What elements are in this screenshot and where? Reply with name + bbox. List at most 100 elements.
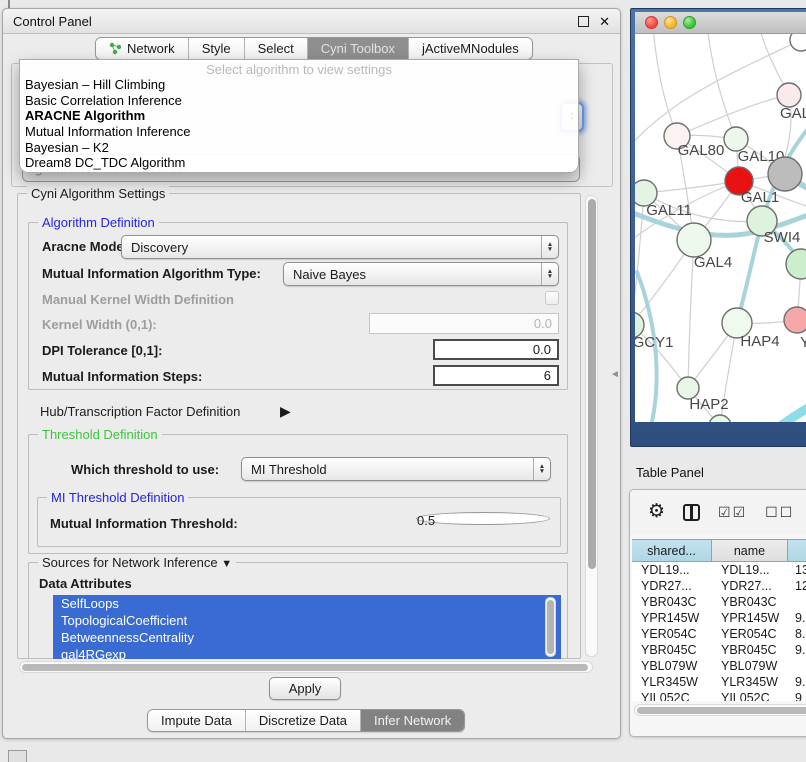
table-row[interactable]: YBL079WYBL079W [632,658,806,674]
tab-impute-data[interactable]: Impute Data [148,710,245,731]
apply-button[interactable]: Apply [269,677,341,700]
data-attributes-list[interactable]: SelfLoopsTopologicalCoefficientBetweenne… [53,595,561,659]
network-canvas[interactable]: GALGAL80GAL10GAL1GAL11SWI4GAL4GCY1HAP4YH… [635,34,806,422]
table-row[interactable]: YPR145WYPR145W9. [632,610,806,626]
manual-kernel-checkbox[interactable] [545,291,559,305]
mi-steps-field[interactable]: 6 [433,365,559,386]
hub-definition-label: Hub/Transcription Factor Definition [40,404,240,419]
table-cell: YER054C [632,626,712,642]
tab-label: Select [258,41,294,56]
sources-collapse-arrow-icon[interactable]: ▼ [221,558,232,570]
select-all-columns-icon[interactable]: ☑☑ [718,504,747,521]
aracne-mode-label: Aracne Mode: [42,239,128,254]
algorithm-option[interactable]: ARACNE Algorithm [20,108,578,124]
table-row[interactable]: YBR045CYBR045C9. [632,642,806,658]
tab-cyni-toolbox[interactable]: Cyni Toolbox [307,38,408,59]
threshold-definition-title: Threshold Definition [38,427,162,442]
mi-threshold-field[interactable]: 0.5 [416,512,550,525]
deselect-all-columns-icon[interactable]: ☐☐ [765,504,794,521]
table-row[interactable]: YIL052CYIL052C9 [632,690,806,701]
which-threshold-combo[interactable]: MI Threshold ▲▼ [241,457,551,481]
network-graph: GALGAL80GAL10GAL1GAL11SWI4GAL4GCY1HAP4YH… [635,34,806,422]
algorithm-option[interactable]: Bayesian – K2 [20,140,578,156]
algorithm-option[interactable]: Bayesian – Hill Climbing [20,77,578,93]
kernel-width-field[interactable]: 0.0 [369,313,559,334]
data-attribute-item[interactable]: BetweennessCentrality [53,629,561,646]
table-cell: YDL19... [712,562,788,578]
table-row[interactable]: YDL19...YDL19...13 [632,562,806,578]
cyni-algorithm-settings-group: Cyni Algorithm Settings Algorithm Defini… [17,193,581,659]
minimized-panel-icon[interactable] [8,750,27,762]
table-cell: YDR27... [632,578,712,594]
table-cell [788,594,806,610]
table-cell: YDL19... [632,562,712,578]
network-window-titlebar[interactable] [635,12,806,34]
mi-threshold-definition-title: MI Threshold Definition [47,490,188,505]
table-panel: ⚙ ☑☑ ☐☐ shared... name A YDL19...YDL19..… [629,489,806,737]
network-node-label: GAL4 [694,254,732,271]
table-cell: 13 [788,562,806,578]
dpi-tolerance-field[interactable]: 0.0 [433,339,559,360]
manual-kernel-label: Manual Kernel Width Definition [42,292,234,307]
mi-type-label: Mutual Information Algorithm Type: [42,266,261,281]
zoom-window-icon[interactable] [683,16,696,29]
tab-discretize-data[interactable]: Discretize Data [245,710,360,731]
tab-network[interactable]: Network [96,38,188,59]
data-attribute-item[interactable]: TopologicalCoefficient [53,612,561,629]
table-row[interactable]: YER054CYER054C8. [632,626,806,642]
algorithm-option[interactable]: Basic Correlation Inference [20,93,578,109]
table-cell [788,658,806,674]
gear-icon[interactable]: ⚙ [648,502,665,522]
tab-style[interactable]: Style [188,38,244,59]
network-node-gal[interactable] [777,83,801,107]
float-panel-icon[interactable] [578,16,589,27]
combo-stepper-icon: ▲▼ [533,458,550,480]
tab-jactivemnodules[interactable]: jActiveMNodules [408,38,532,59]
data-attribute-item[interactable]: SelfLoops [53,595,561,612]
network-node[interactable] [786,249,806,279]
aracne-mode-combo[interactable]: Discovery ▲▼ [121,235,559,259]
splitter-arrow-icon[interactable]: ◄ [610,369,620,380]
table-row[interactable]: YLR345WYLR345W9. [632,674,806,690]
column-header-extra[interactable]: A [788,540,806,561]
attributes-scrollbar[interactable] [545,597,556,657]
dropdown-prompt: Select algorithm to view settings [20,60,578,77]
dpi-tolerance-label: DPI Tolerance [0,1]: [42,343,162,358]
minimize-window-icon[interactable] [664,16,677,29]
table-cell: YIL052C [632,690,712,701]
network-node[interactable] [790,34,806,51]
network-node[interactable] [709,415,731,422]
algorithm-definition-group: Algorithm Definition Aracne Mode: Discov… [28,222,568,390]
table-cell: YBR043C [632,594,712,610]
table-cell: YPR145W [712,610,788,626]
table-horizontal-scrollbar[interactable] [634,704,806,716]
network-node[interactable] [768,157,802,191]
tab-infer-network[interactable]: Infer Network [360,710,464,731]
table-body: YDL19...YDL19...13YDR27...YDR27...12YBR0… [632,562,806,701]
column-header-name[interactable]: name [712,540,788,561]
mi-type-combo[interactable]: Naive Bayes ▲▼ [283,262,559,286]
table-row[interactable]: YBR043CYBR043C [632,594,806,610]
column-browser-icon[interactable] [683,504,700,521]
close-panel-icon[interactable]: ✕ [599,16,610,27]
column-header-shared-name[interactable]: shared... [632,540,712,561]
table-cell: YIL052C [712,690,788,701]
algorithm-option[interactable]: Dream8 DC_TDC Algorithm [20,155,578,171]
settings-vertical-scrollbar[interactable] [585,195,598,657]
table-cell: YBR045C [632,642,712,658]
window-edge-tick [8,0,10,8]
tab-select[interactable]: Select [244,38,307,59]
table-header-row: shared... name A [632,539,806,562]
algorithm-option[interactable]: Mutual Information Inference [20,124,578,140]
mi-steps-value: 6 [544,368,551,383]
dpi-tolerance-value: 0.0 [533,342,551,357]
table-cell: YER054C [712,626,788,642]
algorithm-dropdown-popup: Select algorithm to view settings Bayesi… [19,59,579,173]
data-attribute-item[interactable]: gal4RGexp [53,646,561,659]
network-node-y[interactable] [784,307,806,333]
network-node-gal4[interactable] [677,223,711,257]
settings-horizontal-scrollbar[interactable] [19,661,593,673]
table-row[interactable]: YDR27...YDR27...12 [632,578,806,594]
close-window-icon[interactable] [645,16,658,29]
hub-expand-arrow-icon[interactable]: ▶ [280,403,291,420]
